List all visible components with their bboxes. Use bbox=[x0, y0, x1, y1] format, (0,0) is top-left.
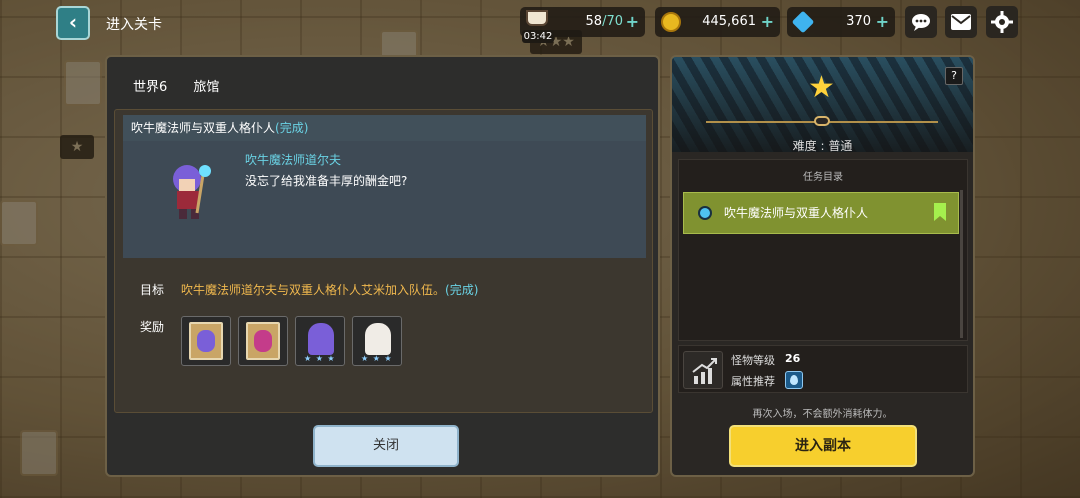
reward-item-card-wizard[interactable] bbox=[181, 316, 231, 366]
stamina-value: 58/70 bbox=[586, 7, 623, 37]
npc-dialog-text: 没忘了给我准备丰厚的酬金吧? bbox=[245, 174, 408, 188]
stamina-max: /70 bbox=[602, 14, 623, 29]
reentry-note: 再次入场，不会额外消耗体力。 bbox=[752, 409, 893, 420]
goal-text: 吹牛魔法师道尔夫与双重人格仆人艾米加入队伍。(完成) bbox=[181, 281, 478, 298]
stamina-current: 58 bbox=[585, 14, 603, 29]
reward-item-card-servant[interactable] bbox=[238, 316, 288, 366]
quest-status: (完成) bbox=[275, 121, 309, 135]
attribute-label: 属性推荐 bbox=[731, 375, 775, 388]
envelope-icon bbox=[951, 14, 971, 30]
chat-button[interactable] bbox=[905, 6, 937, 38]
hero-sprite-icon bbox=[308, 323, 334, 355]
character-card-icon bbox=[189, 322, 223, 360]
goal-label: 目标 bbox=[140, 283, 165, 297]
ornament-icon bbox=[814, 116, 830, 126]
npc-name: 吹牛魔法师道尔夫 bbox=[245, 153, 342, 167]
add-stamina-button[interactable]: + bbox=[626, 7, 639, 37]
bookmark-icon bbox=[934, 203, 946, 221]
water-element-icon[interactable] bbox=[785, 371, 803, 389]
character-card-icon bbox=[246, 322, 280, 360]
task-list-title: 任务目录 bbox=[803, 172, 843, 183]
goal-status: (完成) bbox=[445, 283, 479, 297]
quest-title: 吹牛魔法师与双重人格仆人 bbox=[131, 121, 276, 135]
quest-title-bar: 吹牛魔法师与双重人格仆人(完成) bbox=[123, 115, 646, 141]
stage-panel: ? ★ 难度 : 普通 任务目录 吹牛魔法师与双重人格仆人 怪物等级 26 属性… bbox=[670, 55, 975, 477]
monster-level-value: 26 bbox=[785, 352, 801, 365]
task-list: 任务目录 吹牛魔法师与双重人格仆人 bbox=[678, 159, 968, 341]
gold-value: 445,661 bbox=[702, 14, 756, 29]
page-title: 进入关卡 bbox=[106, 17, 162, 33]
goal-description: 吹牛魔法师道尔夫与双重人格仆人艾米加入队伍。 bbox=[181, 283, 446, 297]
add-gold-button[interactable]: + bbox=[761, 7, 774, 37]
reward-label: 奖励 bbox=[140, 320, 165, 334]
star-icon: ★ bbox=[808, 70, 835, 105]
gem-counter: 370 + bbox=[787, 7, 895, 37]
gem-value: 370 bbox=[846, 14, 871, 29]
task-list-scrollbar[interactable] bbox=[960, 190, 963, 338]
stage-info-box: 怪物等级 26 属性推荐 bbox=[678, 345, 968, 393]
level-chart-icon bbox=[683, 351, 723, 389]
enter-dungeon-button[interactable]: 进入副本 bbox=[729, 425, 917, 467]
stamina-timer: 03:42 bbox=[522, 30, 554, 43]
hero-stars: ★ ★ ★ bbox=[361, 354, 393, 363]
hero-stars: ★ ★ ★ bbox=[304, 354, 336, 363]
back-button[interactable]: ‹ bbox=[56, 6, 90, 40]
reward-item-hero-servant[interactable]: ★ ★ ★ bbox=[352, 316, 402, 366]
quest-detail-panel: 世界6 旅馆 吹牛魔法师与双重人格仆人(完成) 吹牛魔法师道尔夫 没忘了给我准备… bbox=[105, 55, 660, 477]
gem-icon bbox=[791, 10, 815, 34]
add-gems-button[interactable]: + bbox=[876, 7, 889, 37]
monster-level-label: 怪物等级 bbox=[731, 354, 775, 367]
card-portrait bbox=[197, 330, 215, 352]
wizard-npc-sprite bbox=[173, 165, 211, 219]
task-status-dot-icon bbox=[698, 206, 712, 220]
card-portrait bbox=[254, 330, 272, 352]
mail-button[interactable] bbox=[945, 6, 977, 38]
task-list-item[interactable]: 吹牛魔法师与双重人格仆人 bbox=[683, 192, 959, 234]
close-button[interactable]: 关闭 bbox=[313, 425, 459, 467]
hero-sprite-icon bbox=[365, 323, 391, 355]
gear-icon bbox=[991, 11, 1013, 33]
reward-item-hero-wizard[interactable]: ★ ★ ★ bbox=[295, 316, 345, 366]
help-button[interactable]: ? bbox=[945, 67, 963, 85]
gold-counter: 445,661 + bbox=[655, 7, 780, 37]
task-item-label: 吹牛魔法师与双重人格仆人 bbox=[724, 206, 869, 220]
breadcrumb: 世界6 旅馆 bbox=[133, 76, 241, 95]
settings-button[interactable] bbox=[986, 6, 1018, 38]
quest-info-box: 吹牛魔法师与双重人格仆人(完成) 吹牛魔法师道尔夫 没忘了给我准备丰厚的酬金吧?… bbox=[114, 109, 653, 413]
chat-bubble-icon bbox=[912, 14, 930, 31]
npc-dialog-box: 吹牛魔法师道尔夫 没忘了给我准备丰厚的酬金吧? bbox=[123, 141, 646, 258]
breadcrumb-world: 世界6 bbox=[133, 80, 168, 95]
breadcrumb-location: 旅馆 bbox=[193, 80, 220, 95]
stamina-cup-icon: 03:42 bbox=[522, 8, 554, 44]
gold-coin-icon bbox=[661, 12, 681, 32]
difficulty-label: 难度 : 普通 bbox=[792, 139, 853, 153]
coffee-cup-icon bbox=[526, 10, 548, 26]
trend-up-icon bbox=[692, 358, 717, 384]
